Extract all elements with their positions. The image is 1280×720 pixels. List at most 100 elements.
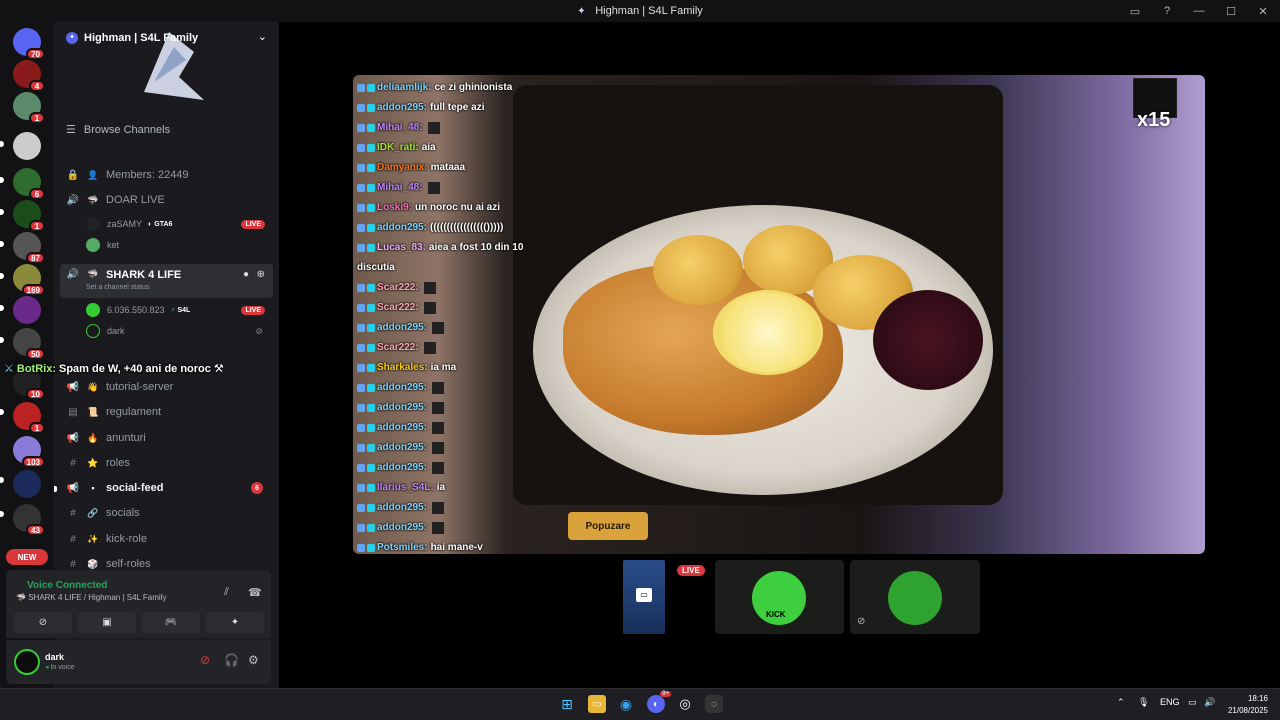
chat-icon[interactable]: ● xyxy=(243,269,249,280)
chat-line: Scar222: xyxy=(357,338,567,358)
soundboard-button[interactable]: ✦ xyxy=(206,612,264,633)
gamepad-icon: 🎮 xyxy=(164,617,178,628)
edge-icon[interactable]: ◉ xyxy=(617,695,635,713)
voice-connected-title[interactable]: Voice Connected xyxy=(27,580,107,591)
game-tag: ◐ GTA6 xyxy=(148,220,173,228)
voice-channel-doar-live[interactable]: 🔊 🦈 DOAR LIVE xyxy=(66,190,271,210)
guild-icon[interactable]: 1 xyxy=(13,402,45,434)
guild-icon[interactable] xyxy=(13,132,41,160)
channel-social-feed[interactable]: 📢 ▪ social-feed 6 xyxy=(66,478,271,498)
windows-start-icon[interactable]: ⊞ xyxy=(558,695,576,713)
guild-icon[interactable]: 4 xyxy=(13,60,45,92)
user-avatar[interactable] xyxy=(14,649,40,675)
chat-line: Damyanix: mataaa xyxy=(357,158,567,178)
channel-anunturi[interactable]: 📢 🔥 anunturi xyxy=(66,428,271,448)
chevron-down-icon[interactable]: ⌄ xyxy=(258,30,267,43)
chat-line: Scar222: xyxy=(357,298,567,318)
obs-icon[interactable]: ◌ xyxy=(705,695,723,713)
server-header[interactable]: ✦ Highman | S4L Family xyxy=(66,32,198,44)
guild-icon[interactable]: 169 xyxy=(13,264,45,296)
chat-username: Potsmiles: xyxy=(377,542,428,553)
guild-icon[interactable]: 103 xyxy=(13,436,45,468)
activities-button[interactable]: 🎮 xyxy=(142,612,200,633)
system-clock[interactable]: 18:16 21/08/2025 xyxy=(1228,693,1268,717)
guild-badge: 70 xyxy=(26,48,45,60)
server-tag: ⚡ S4L xyxy=(170,306,191,315)
stream-video[interactable]: Popuzare x15 deliaamlijk: ce zi ghinionis… xyxy=(353,75,1205,554)
guild-icon[interactable]: 87 xyxy=(13,232,45,264)
mic-icon[interactable]: 🎙 xyxy=(1138,697,1149,708)
headphones-icon[interactable]: 🎧 xyxy=(224,653,239,667)
guild-icon[interactable]: 1 xyxy=(13,200,45,232)
volume-icon[interactable]: 🔊 xyxy=(1204,697,1215,708)
steam-icon[interactable]: ◎ xyxy=(676,695,694,713)
channel-status[interactable]: Set a channel status xyxy=(86,284,149,291)
channel-members[interactable]: 🔒 👤 Members: 22449 xyxy=(66,165,271,185)
add-user-icon[interactable]: ⊕ xyxy=(257,269,265,280)
maximize-icon[interactable]: ☐ xyxy=(1222,5,1240,18)
voice-user[interactable]: ket xyxy=(86,236,271,254)
chevron-up-icon[interactable]: ⌃ xyxy=(1117,697,1125,708)
server-banner: ✦ Highman | S4L Family ⌄ xyxy=(54,22,279,108)
help-icon[interactable]: ? xyxy=(1158,5,1176,17)
camera-off-button[interactable]: ⊘ xyxy=(14,612,72,633)
guild-icon[interactable]: 43 xyxy=(13,504,45,536)
chat-line: addon295: xyxy=(357,498,567,518)
voice-status-icon: ◂ xyxy=(45,664,49,671)
channel-label: roles xyxy=(106,457,130,469)
home-icon[interactable]: 70 xyxy=(13,28,45,60)
guild-badge: 1 xyxy=(29,220,45,232)
badge-icon xyxy=(357,544,365,552)
new-pill[interactable]: NEW xyxy=(6,549,48,565)
server-tag-label: S4L xyxy=(177,306,191,314)
user-name[interactable]: dark xyxy=(45,652,64,662)
channel-regulament[interactable]: ▤ 📜 regulament xyxy=(66,402,271,422)
voice-channel-shark-4-life[interactable]: 🔊 🦈 SHARK 4 LIFE Set a channel status ● … xyxy=(60,264,273,298)
multiplier-label: x15 xyxy=(1137,109,1171,131)
channel-socials[interactable]: # 🔗 socials xyxy=(66,503,271,523)
guild-icon[interactable] xyxy=(13,470,41,498)
browse-channels[interactable]: ☰ Browse Channels xyxy=(66,123,170,137)
guild-pip xyxy=(0,241,4,247)
channel-tutorial-server[interactable]: 📢 👋 tutorial-server xyxy=(66,377,271,397)
user-icon: 👤 xyxy=(87,169,99,180)
star-icon: ⭐ xyxy=(87,457,99,468)
close-icon[interactable]: ✕ xyxy=(1254,5,1272,18)
network-icon[interactable]: ▭ xyxy=(1188,697,1197,708)
guild-icon[interactable]: 6 xyxy=(13,168,45,200)
guild-icon[interactable]: 1 xyxy=(13,92,45,124)
voice-user[interactable]: 6.036.550.823 ⚡ S4L LIVE xyxy=(86,301,271,319)
guild-icon[interactable] xyxy=(13,296,41,324)
badge-icon xyxy=(357,344,365,352)
badge-icon xyxy=(367,524,375,532)
guild-pip xyxy=(0,209,4,215)
chat-line: addon295: xyxy=(357,518,567,538)
badge-icon xyxy=(367,104,375,112)
gear-icon[interactable]: ⚙ xyxy=(248,653,259,667)
inbox-icon[interactable]: ▭ xyxy=(1126,5,1144,18)
screen-share-button[interactable]: ▣ xyxy=(78,612,136,633)
voice-user[interactable]: dark ⊘ xyxy=(86,322,271,340)
chat-line: Mihai_48: xyxy=(357,118,567,138)
clock-time: 18:16 xyxy=(1247,694,1268,703)
channel-roles[interactable]: # ⭐ roles xyxy=(66,453,271,473)
discord-icon[interactable]: ◐ 9+ xyxy=(647,691,671,713)
hash-icon: # xyxy=(70,533,76,545)
game-tag-label: GTA6 xyxy=(154,220,173,228)
language-indicator[interactable]: ENG xyxy=(1160,697,1180,707)
badge-icon xyxy=(367,164,375,172)
noise-suppression-icon[interactable]: ⫽ xyxy=(224,586,229,599)
guild-badge: 43 xyxy=(26,524,45,536)
mic-muted-icon[interactable]: ⊘ xyxy=(200,653,210,667)
guild-icon[interactable]: 50 xyxy=(13,328,45,360)
channel-kick-role[interactable]: # ✨ kick-role xyxy=(66,529,271,549)
chat-username: addon295: xyxy=(377,222,428,233)
file-explorer-icon[interactable]: ▭ xyxy=(588,695,606,713)
disconnect-icon[interactable]: ☎ xyxy=(248,586,262,599)
chat-username: addon295: xyxy=(377,322,428,333)
chat-message: ia xyxy=(436,482,446,493)
minimize-icon[interactable]: — xyxy=(1190,5,1208,17)
voice-user[interactable]: zaSAMY ◐ GTA6 LIVE xyxy=(86,215,271,233)
lemon-image xyxy=(713,290,823,375)
guild-badge: 6 xyxy=(29,188,45,200)
